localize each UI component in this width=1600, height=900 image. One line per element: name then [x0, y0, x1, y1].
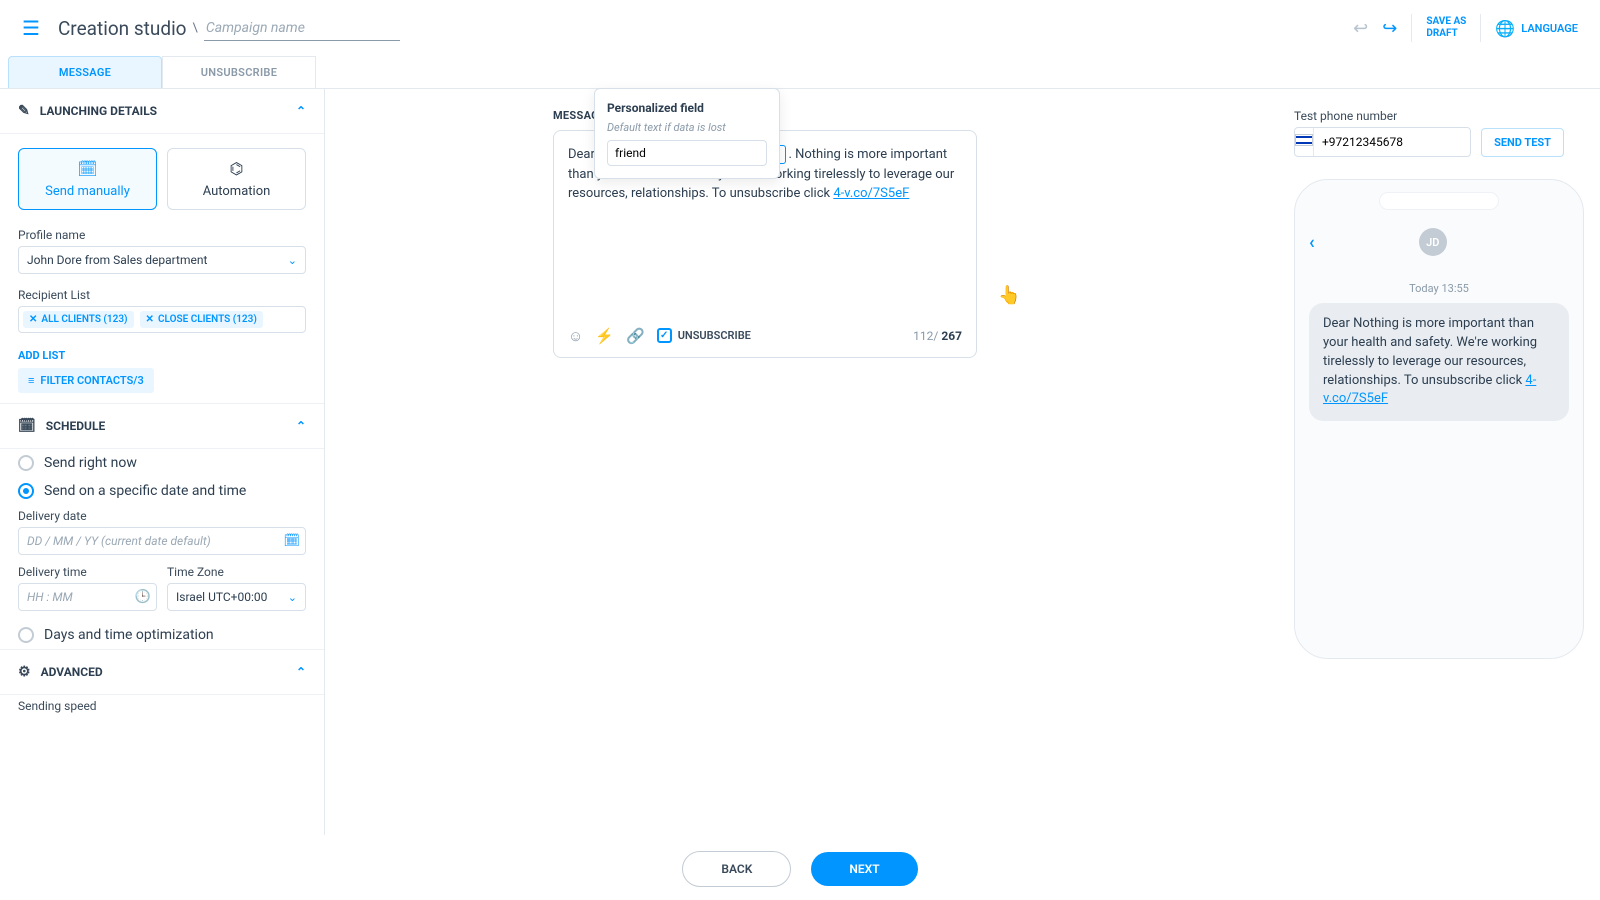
delivery-time-label: Delivery time	[18, 565, 157, 579]
app-title: Creation studio	[58, 17, 187, 40]
radio-days-optimization[interactable]: Days and time optimization	[0, 621, 324, 649]
phone-preview: ‹ JD Today 13:55 Dear Nothing is more im…	[1294, 179, 1584, 659]
recipient-list-field[interactable]: ✕ALL CLIENTS (123) ✕CLOSE CLIENTS (123)	[18, 306, 306, 333]
divider	[1480, 14, 1481, 42]
chevron-up-icon[interactable]: ⌃	[296, 104, 306, 118]
calendar-icon[interactable]: 🗓	[283, 534, 300, 549]
next-button[interactable]: NEXT	[811, 852, 917, 886]
center-pane: MESSAGE Dear ⚡FIRST NAME ⚡LAST NAM...✕. …	[325, 89, 1294, 835]
message-bubble: Dear Nothing is more important than your…	[1309, 303, 1569, 421]
mode-automation[interactable]: ⌬ Automation	[167, 148, 306, 210]
section-schedule-head[interactable]: 🗓 SCHEDULE ⌃	[0, 403, 324, 449]
back-chevron-icon[interactable]: ‹	[1309, 232, 1315, 253]
filter-icon: ≡	[28, 374, 34, 387]
recipient-list-label: Recipient List	[18, 288, 306, 302]
radio-icon	[18, 455, 34, 471]
language-selector[interactable]: 🌐 LANGUAGE	[1495, 19, 1578, 38]
radio-send-now[interactable]: Send right now	[0, 449, 324, 477]
unsubscribe-link[interactable]: 4-v.co/7S5eF	[833, 186, 909, 201]
bolt-icon[interactable]: ⚡	[595, 325, 614, 348]
hamburger-icon[interactable]: ☰	[22, 16, 40, 40]
sidebar: ✎ LAUNCHING DETAILS ⌃ 🗓 Send manually ⌬ …	[0, 89, 325, 835]
test-phone-input[interactable]	[1314, 135, 1471, 149]
close-icon[interactable]: ✕	[29, 314, 37, 325]
cursor-icon: 👆	[998, 285, 1020, 306]
section-advanced-head[interactable]: ⚙ ADVANCED ⌃	[0, 649, 324, 695]
personalized-field-popover: Personalized field Default text if data …	[594, 88, 780, 179]
sitemap-icon: ⌬	[172, 159, 301, 178]
time-zone-select[interactable]: Israel UTC+00:00 ⌄	[167, 583, 306, 611]
globe-icon: 🌐	[1495, 19, 1515, 38]
chevron-up-icon[interactable]: ⌃	[296, 665, 306, 679]
tab-strip: MESSAGE UNSUBSCRIBE	[0, 56, 1600, 89]
edit-icon: ✎	[18, 103, 30, 119]
tab-unsubscribe[interactable]: UNSUBSCRIBE	[162, 56, 316, 88]
radio-icon	[18, 627, 34, 643]
divider	[1411, 14, 1412, 42]
test-phone-label: Test phone number	[1294, 109, 1564, 123]
chevron-down-icon: ⌄	[288, 254, 297, 267]
footer: BACK NEXT	[0, 838, 1600, 900]
calendar-icon: 🗓	[23, 159, 152, 178]
recipient-chip[interactable]: ✕CLOSE CLIENTS (123)	[140, 311, 263, 328]
popover-default-text-input[interactable]	[607, 140, 767, 166]
profile-name-label: Profile name	[18, 228, 306, 242]
undo-icon[interactable]: ↩	[1353, 18, 1368, 39]
radio-icon	[18, 483, 34, 499]
clock-icon[interactable]: 🕒	[135, 590, 151, 605]
preview-timestamp: Today 13:55	[1309, 282, 1569, 295]
profile-name-select[interactable]: John Dore from Sales department ⌄	[18, 246, 306, 274]
filter-contacts-button[interactable]: ≡ FILTER CONTACTS/3	[18, 368, 154, 393]
preview-pane: Test phone number SEND TEST ‹ JD Today 1…	[1294, 89, 1600, 835]
send-test-button[interactable]: SEND TEST	[1481, 128, 1564, 157]
campaign-name-input[interactable]	[204, 16, 400, 41]
gear-icon: ⚙	[18, 664, 31, 680]
popover-title: Personalized field	[607, 101, 767, 115]
breadcrumb-separator: \	[193, 21, 198, 36]
calendar-icon: 🗓	[18, 418, 36, 434]
test-phone-input-wrap	[1294, 127, 1471, 157]
checkbox-icon: ✓	[657, 328, 672, 343]
chevron-up-icon[interactable]: ⌃	[296, 419, 306, 433]
popover-subtitle: Default text if data is lost	[607, 121, 767, 134]
delivery-date-label: Delivery date	[18, 509, 306, 523]
chevron-down-icon: ⌄	[288, 591, 297, 604]
redo-icon[interactable]: ↪	[1382, 18, 1397, 39]
radio-send-specific[interactable]: Send on a specific date and time	[0, 477, 324, 505]
section-launching-head[interactable]: ✎ LAUNCHING DETAILS ⌃	[0, 89, 324, 134]
time-zone-label: Time Zone	[167, 565, 306, 579]
top-bar: ☰ Creation studio \ ↩ ↪ SAVE AS DRAFT 🌐 …	[0, 0, 1600, 56]
avatar: JD	[1419, 228, 1447, 256]
mode-send-manually[interactable]: 🗓 Send manually	[18, 148, 157, 210]
tab-message[interactable]: MESSAGE	[8, 56, 162, 88]
phone-notch	[1379, 192, 1499, 210]
close-icon[interactable]: ✕	[146, 314, 154, 325]
char-count: 112/ 267	[913, 327, 962, 345]
sending-speed-label: Sending speed	[18, 699, 306, 713]
delivery-date-input[interactable]	[18, 527, 306, 555]
recipient-chip[interactable]: ✕ALL CLIENTS (123)	[23, 311, 134, 328]
unsubscribe-checkbox[interactable]: ✓ UNSUBSCRIBE	[657, 328, 751, 345]
link-icon[interactable]: 🔗	[626, 325, 645, 348]
save-as-draft-button[interactable]: SAVE AS DRAFT	[1426, 16, 1466, 40]
add-list-link[interactable]: ADD LIST	[0, 343, 324, 368]
emoji-icon[interactable]: ☺	[568, 325, 583, 348]
back-button[interactable]: BACK	[682, 851, 791, 887]
flag-icon[interactable]	[1295, 127, 1314, 157]
